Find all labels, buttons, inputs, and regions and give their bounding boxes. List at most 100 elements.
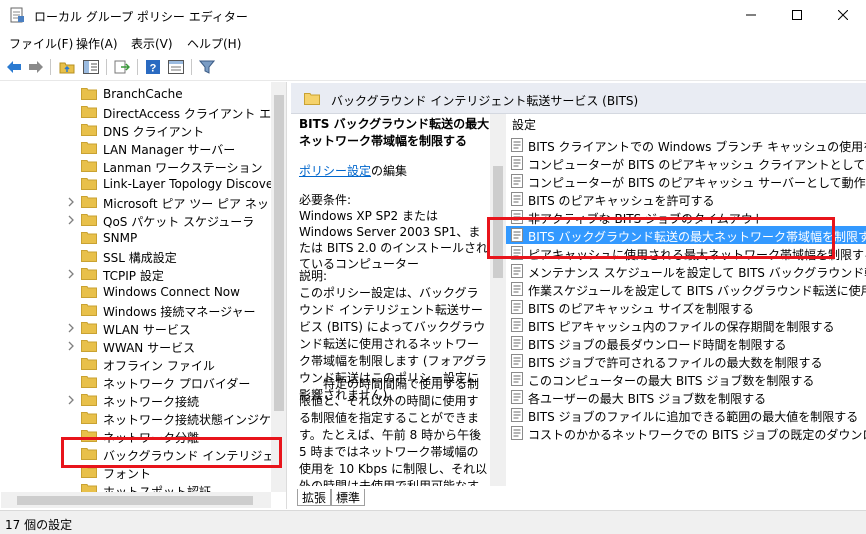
setting-row[interactable]: ピアキャッシュに使用される最大ネットワーク帯域幅を制限する — [506, 244, 866, 262]
setting-row[interactable]: 非アクティブな BITS ジョブのタイムアウト — [506, 208, 866, 226]
tree-horizontal-scrollbar[interactable] — [1, 492, 271, 508]
policy-setting-icon — [511, 408, 523, 422]
tree-item[interactable]: SNMP — [1, 229, 271, 247]
tree-item[interactable]: WLAN サービス — [1, 319, 271, 337]
tree-horizontal-scroll-thumb[interactable] — [17, 496, 253, 505]
description-title: BITS バックグラウンド転送の最大ネットワーク帯域幅を制限する — [299, 117, 490, 148]
tree-item[interactable]: オフライン ファイル — [1, 355, 271, 373]
setting-row-label: 作業スケジュールを設定して BITS バックグラウンド転送に使用される... — [528, 284, 866, 298]
setting-row[interactable]: BITS バックグラウンド転送の最大ネットワーク帯域幅を制限する — [506, 226, 866, 244]
folder-icon — [81, 196, 97, 208]
help-button[interactable]: ? — [144, 58, 162, 76]
tree-item[interactable]: BranchCache — [1, 85, 271, 103]
setting-row[interactable]: コストのかかるネットワークでの BITS ジョブの既定のダウンロード動作... — [506, 424, 866, 442]
tree-item[interactable]: WWAN サービス — [1, 337, 271, 355]
tree-item[interactable]: QoS パケット スケジューラ — [1, 211, 271, 229]
chevron-right-icon[interactable] — [67, 268, 75, 280]
tree-vertical-scrollbar[interactable] — [271, 82, 286, 492]
folder-icon — [81, 214, 97, 226]
properties-button[interactable] — [167, 58, 185, 76]
title-bar: ローカル グループ ポリシー エディター — [0, 0, 866, 31]
back-arrow-icon — [7, 61, 21, 73]
tree-item[interactable]: Lanman ワークステーション — [1, 157, 271, 175]
tree-vertical-scroll-thumb[interactable] — [274, 95, 284, 411]
description-scroll-thumb[interactable] — [493, 166, 503, 278]
policy-setting-icon — [511, 426, 523, 440]
tree-item-label: TCPIP 設定 — [103, 269, 164, 283]
details-pane: バックグラウンド インテリジェント転送サービス (BITS) BITS バックグ… — [291, 82, 866, 509]
edit-policy-line: ポリシー設定の編集 — [299, 162, 407, 179]
setting-row[interactable]: メンテナンス スケジュールを設定して BITS バックグラウンド転送に使用... — [506, 262, 866, 280]
tree-item[interactable]: バックグラウンド インテリジェント転送 — [1, 445, 286, 463]
folder-icon — [81, 430, 97, 442]
tree-item-label: WWAN サービス — [103, 341, 196, 355]
tab-extended[interactable]: 拡張 — [297, 489, 332, 506]
edit-policy-link[interactable]: ポリシー設定 — [299, 164, 371, 178]
tree-item[interactable]: ネットワーク プロバイダー — [1, 373, 271, 391]
settings-column-header[interactable]: 設定 — [512, 116, 536, 133]
folder-icon — [81, 358, 97, 370]
chevron-right-icon[interactable] — [67, 322, 75, 334]
chevron-right-icon[interactable] — [67, 394, 75, 406]
setting-row[interactable]: このコンピューターの最大 BITS ジョブ数を制限する — [506, 370, 866, 388]
tree-item[interactable]: Windows Connect Now — [1, 283, 271, 301]
explanation-text-continued: 特定の時間間隔で使用する制限値と、それ以外の時間に使用する制限値を指定することが… — [299, 377, 488, 486]
setting-row[interactable]: BITS のピアキャッシュを許可する — [506, 190, 866, 208]
policy-setting-icon — [511, 228, 523, 242]
tree-item-label: Windows 接続マネージャー — [103, 305, 256, 319]
forward-button[interactable] — [27, 58, 45, 76]
tree-item[interactable]: ネットワーク接続 — [1, 391, 271, 409]
folder-icon — [81, 88, 97, 100]
tree-item[interactable]: ネットワーク接続状態インジケーター — [1, 409, 286, 427]
tree-item[interactable]: DNS クライアント — [1, 121, 271, 139]
menu-action[interactable]: 操作(A) — [76, 35, 118, 52]
tree-item[interactable]: Microsoft ピア ツー ピア ネットワーク — [1, 193, 286, 211]
chevron-right-icon[interactable] — [67, 340, 75, 352]
tree-item[interactable]: SSL 構成設定 — [1, 247, 271, 265]
setting-row-label: コンピューターが BITS のピアキャッシュ サーバーとして動作しないように..… — [528, 176, 866, 190]
setting-row-label: BITS ジョブで許可されるファイルの最大数を制限する — [528, 356, 823, 370]
setting-row[interactable]: BITS ピアキャッシュ内のファイルの保存期間を制限する — [506, 316, 866, 334]
minimize-button[interactable] — [728, 0, 774, 30]
tree-item[interactable]: TCPIP 設定 — [1, 265, 271, 283]
menu-view[interactable]: 表示(V) — [131, 35, 173, 52]
chevron-right-icon[interactable] — [67, 196, 75, 208]
folder-icon — [81, 376, 97, 388]
up-folder-button[interactable] — [58, 58, 76, 76]
setting-row[interactable]: 作業スケジュールを設定して BITS バックグラウンド転送に使用される... — [506, 280, 866, 298]
tree-item-label: DNS クライアント — [103, 125, 205, 139]
tree-item[interactable]: LAN Manager サーバー — [1, 139, 271, 157]
setting-row[interactable]: BITS ジョブで許可されるファイルの最大数を制限する — [506, 352, 866, 370]
tree-item-label: ネットワーク プロバイダー — [103, 377, 251, 391]
setting-row[interactable]: 各ユーザーの最大 BITS ジョブ数を制限する — [506, 388, 866, 406]
tab-standard[interactable]: 標準 — [331, 489, 366, 506]
back-button[interactable] — [5, 58, 23, 76]
tree-item[interactable]: Link-Layer Topology Discovery — [1, 175, 285, 193]
tree-item[interactable]: フォント — [1, 463, 271, 481]
menu-help[interactable]: ヘルプ(H) — [187, 35, 241, 52]
setting-row[interactable]: コンピューターが BITS のピアキャッシュ サーバーとして動作しないように..… — [506, 172, 866, 190]
tree-item[interactable]: DirectAccess クライアント エクスペリ — [1, 103, 286, 121]
show-hide-tree-button[interactable] — [82, 58, 100, 76]
policy-setting-icon — [511, 138, 523, 152]
export-list-button[interactable] — [113, 58, 131, 76]
setting-row[interactable]: BITS クライアントでの Windows ブランチ キャッシュの使用を許可し.… — [506, 136, 866, 154]
tree-item[interactable]: Windows 接続マネージャー — [1, 301, 271, 319]
setting-row[interactable]: BITS ジョブの最長ダウンロード時間を制限する — [506, 334, 866, 352]
folder-icon — [81, 394, 97, 406]
setting-row[interactable]: BITS ジョブのファイルに追加できる範囲の最大値を制限する — [506, 406, 866, 424]
tree-item-label: ネットワーク分離 — [103, 431, 200, 445]
setting-row[interactable]: BITS のピアキャッシュ サイズを制限する — [506, 298, 866, 316]
setting-row[interactable]: コンピューターが BITS のピアキャッシュ クライアントとして動作しないよ..… — [506, 154, 866, 172]
setting-row-label: BITS バックグラウンド転送の最大ネットワーク帯域幅を制限する — [528, 230, 866, 244]
filter-button[interactable] — [198, 58, 216, 76]
description-scrollbar[interactable] — [490, 114, 506, 486]
tree-item[interactable]: ネットワーク分離 — [1, 427, 271, 445]
policy-setting-icon — [511, 210, 523, 224]
folder-icon — [81, 304, 97, 316]
close-button[interactable] — [820, 0, 866, 30]
maximize-button[interactable] — [774, 0, 820, 30]
policy-setting-icon — [511, 282, 523, 296]
chevron-right-icon[interactable] — [67, 214, 75, 226]
menu-file[interactable]: ファイル(F) — [9, 35, 73, 52]
